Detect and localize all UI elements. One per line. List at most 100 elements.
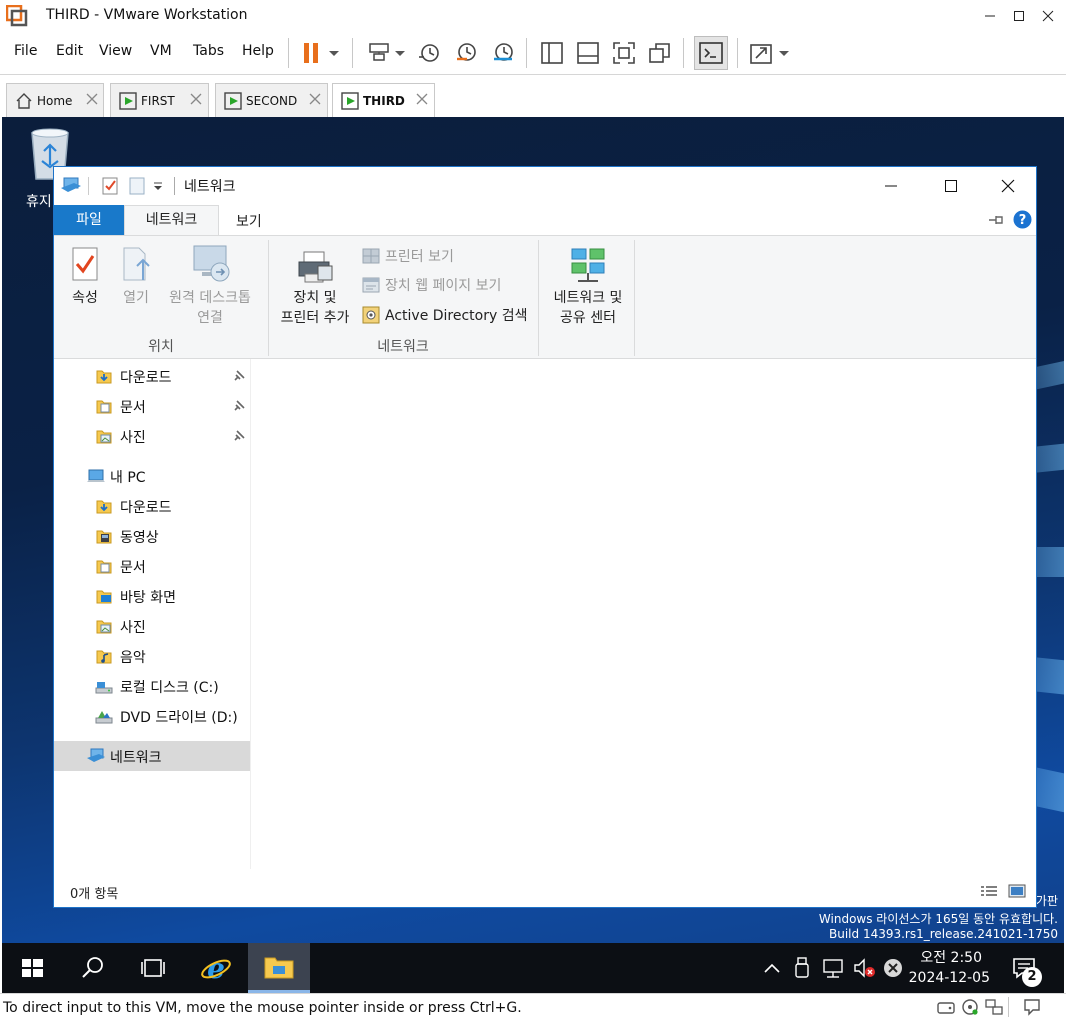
nav-item-dvd-drive[interactable]: DVD 드라이브 (D:) [54,701,250,731]
stretch-guest-icon[interactable] [748,40,774,66]
view-device-webpage-button[interactable]: 장치 웹 페이지 보기 [361,275,531,297]
tab-label: SECOND [246,94,298,108]
nav-item-desktop[interactable]: 바탕 화면 [54,581,250,611]
nav-item-documents[interactable]: 문서 [54,551,250,581]
watermark-edition: 가판 [1035,894,1058,908]
action-center-button[interactable]: 2 [1010,953,1044,987]
vm-icon [224,92,242,110]
pause-dropdown-icon[interactable] [326,40,342,66]
printer-icon [361,247,381,265]
ribbon-tab-view[interactable]: 보기 [236,211,262,231]
menu-vm[interactable]: VM [150,43,172,59]
add-device-printer-button[interactable]: 장치 및 프린터 추가 [272,242,358,332]
hard-disk-device-icon[interactable] [936,998,956,1016]
close-icon[interactable] [85,92,99,106]
close-icon[interactable] [415,92,429,106]
menu-help[interactable]: Help [242,43,274,59]
drive-icon [94,678,114,694]
nav-label: 음악 [120,650,146,666]
ribbon-tab-file[interactable]: 파일 [54,205,124,235]
clock-time[interactable]: 오전 2:50 [920,947,982,967]
menu-tabs[interactable]: Tabs [193,43,224,59]
pause-icon[interactable] [298,40,324,66]
console-view-button[interactable] [694,36,728,70]
revert-snapshot-icon[interactable] [453,40,479,66]
explorer-minimize-button[interactable] [880,175,902,197]
network-adapter-device-icon[interactable] [984,998,1004,1016]
remote-desktop-icon [192,244,232,284]
nav-item-network[interactable]: 네트워크 [54,741,250,771]
tab-third[interactable]: THIRD [332,83,435,119]
search-active-directory-button[interactable]: Active Directory 검색 [361,305,536,327]
nav-item-downloads[interactable]: 다운로드 [54,491,250,521]
nav-item-pictures[interactable]: 사진 [54,611,250,641]
explorer-close-button[interactable] [997,175,1019,197]
ribbon-tab-network[interactable]: 네트워크 [124,205,219,236]
group-network-label: 네트워크 [377,339,429,355]
snapshot-manager-icon[interactable] [490,40,516,66]
stretch-dropdown-icon[interactable] [776,40,792,66]
open-button[interactable]: 열기 [114,242,158,312]
help-icon[interactable]: ? [1013,210,1032,229]
minimize-button[interactable] [980,6,1000,26]
menu-file[interactable]: File [14,43,37,59]
pin-ribbon-icon[interactable] [987,212,1005,228]
start-button[interactable] [18,953,48,983]
pin-icon[interactable] [232,369,246,383]
tab-label: THIRD [363,94,405,108]
nav-item-quick-pictures[interactable]: 사진 [54,421,250,451]
maximize-button[interactable] [1009,6,1029,26]
show-hidden-icons-button[interactable] [762,958,782,978]
close-button[interactable] [1038,6,1058,26]
full-screen-icon[interactable] [611,40,637,66]
usb-device-icon[interactable] [792,956,812,980]
tab-label: Home [37,94,73,108]
tab-home[interactable]: Home [6,83,104,117]
nav-item-music[interactable]: 음악 [54,641,250,671]
desktop-folder-icon [96,588,112,604]
network-status-icon[interactable] [822,957,846,979]
network-sharing-center-button[interactable]: 네트워크 및 공유 센터 [542,242,634,332]
ctrl-alt-del-dropdown-icon[interactable] [392,40,408,66]
search-icon[interactable] [78,953,108,983]
send-ctrl-alt-del-icon[interactable] [366,40,392,66]
error-notification-icon[interactable] [882,957,904,979]
tab-second[interactable]: SECOND [215,83,328,117]
watermark-license: Windows 라이선스가 165일 동안 유효합니다. [818,912,1058,926]
ribbon-group-divider [634,240,635,356]
thumbnail-bar-icon[interactable] [575,40,601,66]
nav-item-quick-downloads[interactable]: 다운로드 [54,361,250,391]
properties-qat-icon[interactable] [101,176,119,196]
snapshot-icon[interactable] [416,40,442,66]
pin-icon[interactable] [232,399,246,413]
new-folder-qat-icon[interactable] [128,176,146,196]
details-view-icon[interactable] [980,885,998,899]
cd-dvd-device-icon[interactable] [960,998,980,1016]
close-icon[interactable] [189,92,203,106]
view-printers-button[interactable]: 프린터 보기 [361,246,531,268]
nav-item-quick-documents[interactable]: 문서 [54,391,250,421]
file-list-area[interactable] [252,359,1036,869]
task-view-icon[interactable] [138,953,168,983]
nav-item-local-disk[interactable]: 로컬 디스크 (C:) [54,671,250,701]
menu-view[interactable]: View [99,43,132,59]
volume-muted-icon[interactable] [852,957,876,979]
unity-icon[interactable] [647,40,673,66]
toolbar-divider [526,38,527,68]
show-library-icon[interactable] [539,40,565,66]
large-icons-view-icon[interactable] [1008,884,1026,898]
close-icon[interactable] [308,92,322,106]
tab-first[interactable]: FIRST [110,83,209,117]
taskbar-file-explorer-button[interactable] [248,943,310,993]
qat-dropdown-icon[interactable] [152,179,164,193]
pin-icon[interactable] [232,429,246,443]
explorer-maximize-button[interactable] [940,175,962,197]
remote-desktop-button[interactable]: 원격 데스크톱 연결 [160,242,260,332]
properties-button[interactable]: 속성 [60,242,110,312]
message-log-icon[interactable] [1022,998,1042,1016]
clock-date[interactable]: 2024-12-05 [909,970,990,986]
nav-item-this-pc[interactable]: 내 PC [54,461,250,491]
nav-item-videos[interactable]: 동영상 [54,521,250,551]
menu-edit[interactable]: Edit [56,43,83,59]
internet-explorer-icon[interactable]: e [200,952,232,984]
